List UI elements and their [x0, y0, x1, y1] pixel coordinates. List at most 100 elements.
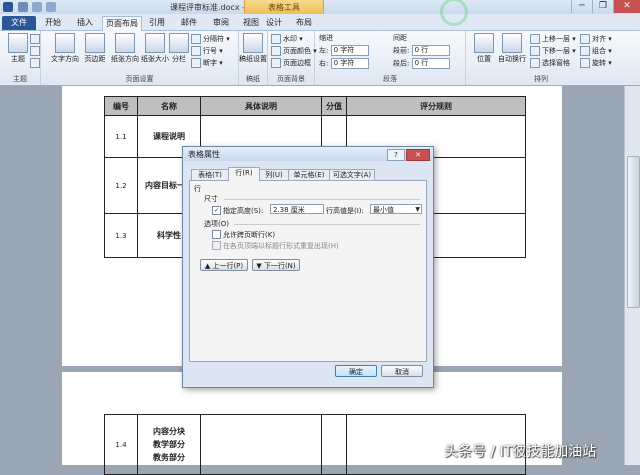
table-tools-header: 表格工具 [244, 0, 324, 14]
bring-forward-button[interactable]: 上移一层 ▾ [530, 34, 576, 44]
orientation-button[interactable]: 纸张方向 [111, 33, 139, 64]
undo-icon[interactable] [32, 2, 42, 12]
group-button[interactable]: 组合 ▾ [580, 46, 612, 56]
selection-pane-button[interactable]: 选择窗格 [530, 58, 570, 68]
header-number: 编号 [104, 96, 138, 116]
margins-button[interactable]: 页边距 [81, 33, 109, 64]
chevron-down-icon: ▼ [415, 206, 420, 213]
page-color-icon [271, 46, 281, 56]
dialog-row-panel: 行 尺寸 ✓ 指定高度(S): 2.38 厘米 行高值是(I): 最小值 ▼ 选… [189, 180, 427, 362]
row-number: 1.1 [104, 115, 138, 158]
watermark-button[interactable]: 水印 ▾ [271, 34, 303, 44]
save-icon[interactable] [18, 2, 28, 12]
selection-pane-icon [530, 58, 540, 68]
cancel-button[interactable]: 取消 [381, 365, 423, 377]
spacing-label: 间距 [393, 34, 407, 42]
header-score: 分值 [321, 96, 347, 116]
restore-button[interactable]: ❐ [592, 0, 613, 13]
align-icon [580, 34, 590, 44]
table-properties-dialog: 表格属性 ? ✕ 表格(T) 行(R) 列(U) 单元格(E) 可选文字(A) … [182, 146, 434, 388]
next-row-button[interactable]: ▼ 下一行(N) [252, 259, 300, 271]
indent-left-input[interactable]: 0 字符 [330, 45, 369, 56]
table-cell[interactable] [321, 414, 347, 475]
indent-right: 右: 0 字符 [319, 58, 369, 69]
spacing-before: 段前: 0 行 [393, 45, 450, 56]
allow-row-break-label: 允许跨页断行(K) [223, 231, 276, 239]
paper-size-icon [145, 33, 165, 53]
page-background-group-label: 页面背景 [277, 75, 305, 83]
send-backward-button[interactable]: 下移一层 ▾ [530, 46, 576, 56]
breaks-button[interactable]: 分隔符 ▾ [191, 34, 230, 44]
paper-settings-icon [243, 33, 263, 53]
paragraph-group-label: 段落 [383, 75, 397, 83]
tab-layout[interactable]: 布局 [290, 16, 318, 30]
row-number: 1.3 [104, 213, 138, 258]
watermark-text: 头条号 / IT彼技能加油站 [444, 444, 597, 460]
orientation-icon [115, 33, 135, 53]
page-borders-button[interactable]: 页面边框 [271, 58, 311, 68]
minimize-button[interactable]: ─ [571, 0, 592, 13]
spacing-before-input[interactable]: 0 行 [411, 45, 450, 56]
page-color-button[interactable]: 页面颜色 ▾ [271, 46, 317, 56]
dialog-title-bar[interactable]: 表格属性 ? ✕ [183, 147, 433, 161]
indent-right-input[interactable]: 0 字符 [330, 58, 369, 69]
tab-home[interactable]: 开始 [38, 16, 68, 30]
text-direction-button[interactable]: 文字方向 [51, 33, 79, 64]
themes-button[interactable]: 主题 [4, 33, 32, 64]
help-button[interactable]: ? [387, 149, 405, 161]
repeat-header-checkbox[interactable] [212, 241, 221, 250]
tab-insert[interactable]: 插入 [70, 16, 100, 30]
columns-button[interactable]: 分栏 [169, 33, 189, 64]
hyphenation-button[interactable]: 断字 ▾ [191, 58, 223, 68]
tab-references[interactable]: 引用 [142, 16, 172, 30]
specify-height-checkbox[interactable]: ✓ [212, 206, 221, 215]
redo-icon[interactable] [46, 2, 56, 12]
page-setup-group: 文字方向 页边距 纸张方向 纸张大小 分栏 分隔符 ▾ 行号 ▾ 断字 ▾ 页面… [41, 31, 239, 85]
row-name-multiline: 内容分块 教学部分 教务部分 [137, 414, 201, 475]
themes-group-label: 主题 [13, 75, 27, 83]
dialog-title: 表格属性 [188, 150, 220, 159]
ok-button[interactable]: 确定 [335, 365, 377, 377]
send-backward-icon [530, 46, 540, 56]
tab-design[interactable]: 设计 [260, 16, 288, 30]
dialog-close-button[interactable]: ✕ [406, 149, 430, 161]
tab-row[interactable]: 行(R) [228, 167, 260, 181]
scrollbar-thumb[interactable] [627, 156, 640, 308]
paper-settings-button[interactable]: 稿纸设置 [239, 33, 267, 64]
line-numbers-icon [191, 46, 201, 56]
paper-group: 稿纸设置 稿纸 [239, 31, 268, 85]
header-name: 名称 [137, 96, 201, 116]
wrap-text-button[interactable]: 自动换行 [498, 33, 526, 64]
spacing-after: 段后: 0 行 [393, 58, 450, 69]
position-button[interactable]: 位置 [470, 33, 498, 64]
close-button[interactable]: ✕ [613, 0, 640, 13]
height-input[interactable]: 2.38 厘米 [270, 204, 324, 214]
ribbon-tab-row: 文件 开始 插入 页面布局 引用 邮件 审阅 视图 设计 布局 [0, 14, 640, 31]
size-button[interactable]: 纸张大小 [141, 33, 169, 64]
breaks-icon [191, 34, 201, 44]
size-label: 尺寸 [204, 195, 218, 203]
vertical-scrollbar[interactable] [624, 86, 640, 465]
table-cell[interactable] [200, 414, 322, 475]
tab-review[interactable]: 审阅 [206, 16, 236, 30]
previous-row-button[interactable]: ▲ 上一行(P) [200, 259, 248, 271]
row-section-label: 行 [194, 185, 201, 193]
line-numbers-button[interactable]: 行号 ▾ [191, 46, 223, 56]
tab-page-layout[interactable]: 页面布局 [102, 16, 142, 31]
spacing-after-input[interactable]: 0 行 [411, 58, 450, 69]
word-app-icon[interactable] [3, 2, 13, 12]
align-button[interactable]: 对齐 ▾ [580, 34, 612, 44]
paragraph-group: 缩进 间距 左: 0 字符 右: 0 字符 段前: 0 行 段后: 0 行 段落 [315, 31, 466, 85]
tab-mailings[interactable]: 邮件 [174, 16, 204, 30]
themes-group: 主题 主题 [0, 31, 41, 85]
allow-row-break-checkbox[interactable] [212, 230, 221, 239]
ribbon: 主题 主题 文字方向 页边距 纸张方向 纸张大小 分栏 分隔符 ▾ 行号 ▾ 断… [0, 31, 640, 86]
row-height-is-select[interactable]: 最小值 ▼ [370, 204, 422, 214]
rotate-button[interactable]: 旋转 ▾ [580, 58, 612, 68]
page-borders-icon [271, 58, 281, 68]
divider [224, 199, 420, 200]
tab-file[interactable]: 文件 [2, 16, 36, 30]
columns-icon [169, 33, 189, 53]
paper-group-label: 稿纸 [246, 75, 260, 83]
specify-height-label: 指定高度(S): [223, 207, 264, 215]
